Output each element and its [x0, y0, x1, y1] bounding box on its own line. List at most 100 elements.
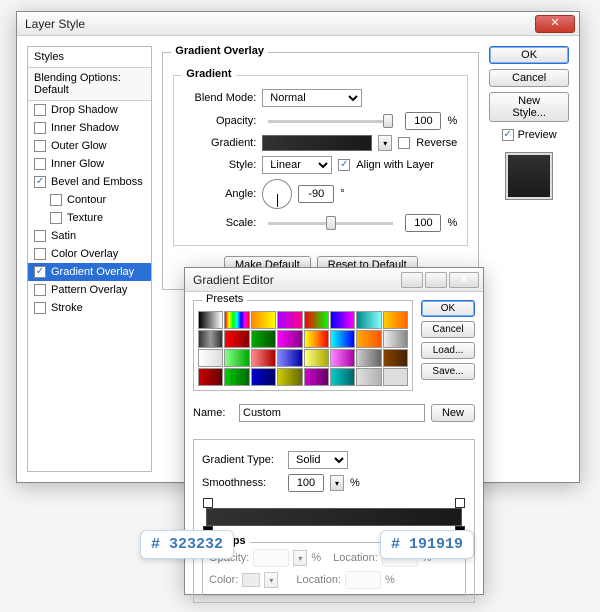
style-checkbox[interactable] — [34, 302, 46, 314]
style-item-inner-glow[interactable]: Inner Glow — [28, 155, 151, 173]
angle-dial[interactable] — [262, 179, 292, 209]
maximize-icon[interactable] — [425, 272, 447, 288]
preset-swatch[interactable] — [251, 368, 276, 386]
preset-swatch[interactable] — [356, 311, 381, 329]
style-item-texture[interactable]: Texture — [28, 209, 151, 227]
close-icon[interactable]: ✕ — [535, 15, 575, 33]
close-icon[interactable]: ✕ — [449, 272, 479, 288]
style-checkbox[interactable] — [34, 284, 46, 296]
preset-swatch[interactable] — [277, 349, 302, 367]
name-label: Name: — [193, 407, 233, 419]
style-checkbox[interactable] — [34, 104, 46, 116]
preset-swatch[interactable] — [330, 349, 355, 367]
preset-swatch[interactable] — [383, 349, 408, 367]
style-checkbox[interactable] — [34, 230, 46, 242]
section-subtitle: Gradient — [182, 68, 235, 80]
gradient-swatch[interactable] — [262, 135, 372, 151]
style-item-contour[interactable]: Contour — [28, 191, 151, 209]
ge-load-button[interactable]: Load... — [421, 342, 475, 359]
preset-swatch[interactable] — [304, 368, 329, 386]
preset-swatch[interactable] — [356, 368, 381, 386]
right-column: OK Cancel New Style... Preview — [489, 46, 569, 472]
style-select[interactable]: Linear — [262, 156, 332, 174]
reverse-checkbox[interactable] — [398, 137, 410, 149]
preset-swatch[interactable] — [330, 311, 355, 329]
opacity-input[interactable] — [405, 112, 441, 130]
gradient-editor-titlebar[interactable]: Gradient Editor ✕ — [185, 268, 483, 292]
style-item-color-overlay[interactable]: Color Overlay — [28, 245, 151, 263]
layer-style-titlebar[interactable]: Layer Style ✕ — [17, 12, 579, 36]
ge-ok-button[interactable]: OK — [421, 300, 475, 317]
gradient-dropdown-icon[interactable] — [378, 135, 392, 151]
preset-swatch[interactable] — [198, 368, 223, 386]
style-label: Stroke — [51, 302, 83, 314]
preset-swatch[interactable] — [198, 311, 223, 329]
ok-button[interactable]: OK — [489, 46, 569, 64]
blend-mode-select[interactable]: Normal — [262, 89, 362, 107]
color-callout-right: # 191919 — [380, 530, 474, 559]
preset-swatch[interactable] — [224, 330, 249, 348]
preset-swatch[interactable] — [251, 311, 276, 329]
preset-swatch[interactable] — [330, 330, 355, 348]
preset-swatch[interactable] — [277, 311, 302, 329]
style-checkbox[interactable] — [34, 122, 46, 134]
preview-checkbox[interactable] — [502, 129, 514, 141]
preset-swatch[interactable] — [356, 330, 381, 348]
style-item-satin[interactable]: Satin — [28, 227, 151, 245]
preset-swatch[interactable] — [277, 368, 302, 386]
gradient-editor-title: Gradient Editor — [193, 273, 274, 287]
style-item-pattern-overlay[interactable]: Pattern Overlay — [28, 281, 151, 299]
style-item-gradient-overlay[interactable]: Gradient Overlay — [28, 263, 151, 281]
smoothness-input[interactable] — [288, 474, 324, 492]
style-checkbox[interactable] — [34, 176, 46, 188]
align-checkbox[interactable] — [338, 159, 350, 171]
style-checkbox[interactable] — [34, 158, 46, 170]
preset-swatch[interactable] — [198, 349, 223, 367]
preset-swatch[interactable] — [277, 330, 302, 348]
minimize-icon[interactable] — [401, 272, 423, 288]
scale-slider[interactable] — [268, 222, 393, 225]
style-item-drop-shadow[interactable]: Drop Shadow — [28, 101, 151, 119]
style-checkbox[interactable] — [34, 140, 46, 152]
style-item-inner-shadow[interactable]: Inner Shadow — [28, 119, 151, 137]
new-style-button[interactable]: New Style... — [489, 92, 569, 122]
blending-options-row[interactable]: Blending Options: Default — [28, 68, 151, 101]
opacity-slider[interactable] — [268, 120, 393, 123]
preset-swatch[interactable] — [304, 311, 329, 329]
smoothness-label: Smoothness: — [202, 477, 282, 489]
cancel-button[interactable]: Cancel — [489, 69, 569, 87]
style-label: Outer Glow — [51, 140, 107, 152]
preset-swatch[interactable] — [224, 311, 249, 329]
name-input[interactable] — [239, 404, 425, 422]
style-checkbox[interactable] — [34, 248, 46, 260]
smoothness-dropdown-icon[interactable] — [330, 475, 344, 491]
new-button[interactable]: New — [431, 404, 475, 422]
preset-swatch[interactable] — [330, 368, 355, 386]
preset-swatch[interactable] — [383, 368, 408, 386]
opacity-stop-right[interactable] — [455, 498, 465, 508]
preset-swatch[interactable] — [304, 330, 329, 348]
preset-swatch[interactable] — [251, 330, 276, 348]
style-checkbox[interactable] — [34, 266, 46, 278]
preset-swatch[interactable] — [224, 349, 249, 367]
preset-swatch[interactable] — [356, 349, 381, 367]
preset-swatch[interactable] — [251, 349, 276, 367]
style-label: Inner Glow — [51, 158, 104, 170]
ge-cancel-button[interactable]: Cancel — [421, 321, 475, 338]
angle-input[interactable] — [298, 185, 334, 203]
ge-save-button[interactable]: Save... — [421, 363, 475, 380]
opacity-stop-left[interactable] — [203, 498, 213, 508]
style-checkbox[interactable] — [50, 212, 62, 224]
preset-swatch[interactable] — [224, 368, 249, 386]
scale-input[interactable] — [405, 214, 441, 232]
style-item-outer-glow[interactable]: Outer Glow — [28, 137, 151, 155]
preset-swatch[interactable] — [383, 330, 408, 348]
type-select[interactable]: Solid — [288, 451, 348, 469]
preset-swatch[interactable] — [383, 311, 408, 329]
style-item-stroke[interactable]: Stroke — [28, 299, 151, 317]
preset-swatch[interactable] — [198, 330, 223, 348]
style-checkbox[interactable] — [50, 194, 62, 206]
styles-header[interactable]: Styles — [28, 47, 151, 68]
style-item-bevel-and-emboss[interactable]: Bevel and Emboss — [28, 173, 151, 191]
preset-swatch[interactable] — [304, 349, 329, 367]
